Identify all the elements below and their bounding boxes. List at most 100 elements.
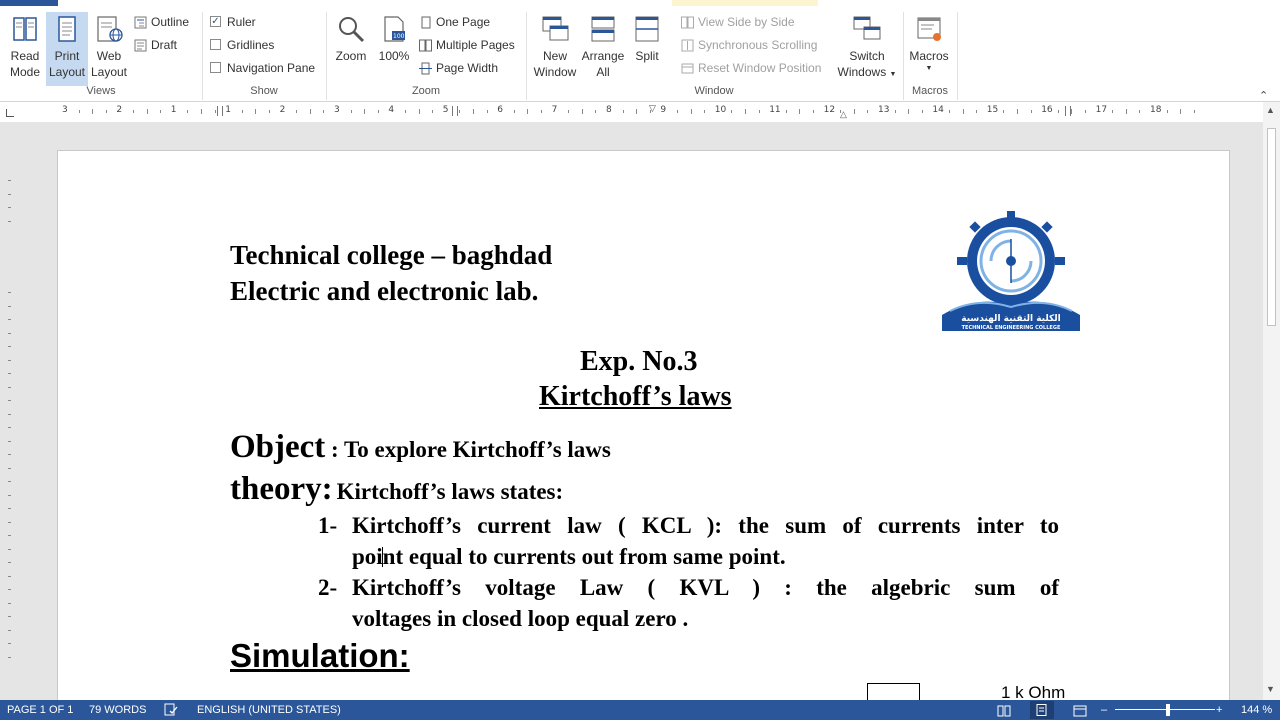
proofing-icon[interactable] (164, 703, 178, 720)
page-width-label: Page Width (436, 61, 499, 75)
indent-marker-icon[interactable]: ▽ (649, 104, 656, 113)
print-layout-button[interactable]: Print Layout (46, 12, 88, 86)
synchronous-scrolling-button[interactable]: Synchronous Scrolling (681, 35, 817, 55)
svg-text:100: 100 (393, 33, 405, 40)
switch-windows-icon (853, 16, 881, 40)
right-indent-marker-icon[interactable]: △ (840, 110, 847, 119)
tab-selector-icon[interactable] (6, 109, 14, 117)
ruler-label: 16 (1041, 105, 1053, 115)
vertical-ruler-tick (8, 346, 11, 347)
list-item-2-number: 2- (318, 575, 338, 600)
read-mode-button[interactable]: Read Mode (4, 12, 46, 86)
ruler-tick (677, 110, 678, 113)
ruler-tick (1085, 110, 1086, 113)
ruler-tick (636, 109, 638, 114)
reset-window-position-button[interactable]: Reset Window Position (681, 58, 821, 78)
new-window-button[interactable]: New Window (530, 12, 580, 86)
vertical-ruler-tick (8, 400, 11, 401)
resistor-label: 1 k Ohm (1001, 683, 1066, 700)
switch-windows-button[interactable]: Switch Windows ▼ (836, 12, 898, 86)
views-group-label: Views (86, 85, 116, 97)
page-count[interactable]: PAGE 1 OF 1 (7, 700, 73, 720)
ruler-checkbox[interactable]: ✓ Ruler (210, 12, 256, 32)
ruler-label: 10 (714, 105, 727, 115)
collapse-ribbon-icon[interactable]: ⌃ (1259, 89, 1268, 102)
zoom-100-button[interactable]: 100 100% (375, 12, 413, 86)
web-layout-button[interactable]: Web Layout (88, 12, 130, 86)
horizontal-ruler-bar: 3 2 1 1 2 3 4 5 6 7 8 9 10 11 12 13 14 15 16 17 18 ▽ △ (0, 102, 1280, 122)
ruler-tick (323, 110, 325, 113)
gridlines-checkbox[interactable]: Gridlines (210, 35, 274, 55)
ruler-tick (1193, 110, 1195, 113)
ruler-tick (1180, 109, 1182, 114)
ruler-margin-marker[interactable] (452, 106, 458, 116)
switch-windows-label-1: Switch (849, 49, 885, 63)
word-count[interactable]: 79 WORDS (89, 700, 146, 720)
ruler-tick (976, 110, 978, 113)
outline-button[interactable]: Outline (134, 12, 189, 32)
ruler-margin-marker[interactable] (1065, 106, 1071, 116)
status-bar: PAGE 1 OF 1 79 WORDS ENGLISH (UNITED STA… (0, 700, 1280, 720)
list-item-1-number: 1- (318, 513, 338, 538)
zoom-slider-track[interactable] (1115, 709, 1215, 710)
gridlines-label: Gridlines (227, 38, 275, 52)
outline-icon (134, 16, 147, 29)
zoom-slider-thumb[interactable] (1166, 704, 1170, 716)
circuit-ammeter-box (867, 683, 920, 700)
navigation-pane-label: Navigation Pane (227, 61, 316, 75)
header-lab-line: Electric and electronic lab. (230, 276, 539, 306)
document-page[interactable]: Technical college – baghdad Electric and… (57, 150, 1230, 700)
navigation-pane-checkbox[interactable]: Navigation Pane (210, 58, 315, 78)
ruler-tick (486, 110, 488, 113)
split-button[interactable]: Split (628, 12, 666, 86)
print-layout-view-icon[interactable] (1030, 701, 1054, 719)
language-indicator[interactable]: ENGLISH (UNITED STATES) (197, 700, 341, 720)
multiple-pages-button[interactable]: Multiple Pages (419, 35, 515, 55)
macros-icon (917, 17, 941, 41)
scrollbar-thumb[interactable] (1267, 128, 1276, 326)
zoom-button[interactable]: Zoom (331, 12, 371, 86)
ruler-tick (921, 110, 923, 113)
switch-windows-label-text: Windows (837, 65, 887, 79)
ruler-label: 4 (388, 105, 395, 115)
page-width-button[interactable]: Page Width (419, 58, 498, 78)
macros-button[interactable]: Macros ▼ (906, 12, 952, 86)
zoom-level[interactable]: 144 % (1241, 700, 1272, 720)
ruler-tick (377, 110, 379, 113)
vertical-ruler-tick (8, 332, 11, 334)
macros-dropdown-arrow-icon: ▼ (925, 65, 933, 72)
ruler-tick (731, 110, 733, 113)
arrange-all-button[interactable]: Arrange All (580, 12, 626, 86)
vertical-ruler-tick (8, 454, 11, 455)
window-group-label: Window (694, 85, 734, 97)
draft-button[interactable]: Draft (134, 35, 177, 55)
vertical-scrollbar[interactable]: ▲ ▼ (1263, 102, 1280, 700)
vertical-ruler-tick (8, 629, 11, 631)
horizontal-ruler[interactable]: 3 2 1 1 2 3 4 5 6 7 8 9 10 11 12 13 14 15 16 17 18 ▽ △ (57, 104, 1220, 119)
ruler-tick (908, 109, 910, 114)
ruler-label: 3 (334, 105, 340, 115)
zoom-out-icon[interactable]: – (1101, 700, 1107, 720)
zoom-in-icon[interactable]: + (1216, 700, 1222, 720)
zoom-100-icon: 100 (384, 16, 405, 42)
ruler-label: 6 (497, 105, 503, 115)
scroll-down-icon[interactable]: ▼ (1266, 684, 1275, 694)
multiple-pages-label: Multiple Pages (436, 38, 515, 52)
synchronous-scrolling-label: Synchronous Scrolling (698, 38, 818, 52)
ruler-margin-marker[interactable] (217, 106, 223, 116)
ruler-tick (1017, 109, 1018, 114)
vertical-ruler-tick (8, 373, 11, 374)
navigation-pane-check-icon (210, 62, 221, 74)
read-mode-view-icon[interactable] (997, 704, 1011, 720)
theory-label: theory: (230, 471, 333, 507)
scroll-up-icon[interactable]: ▲ (1266, 105, 1275, 115)
vertical-ruler[interactable] (0, 122, 17, 700)
vertical-ruler-tick (8, 207, 11, 208)
ruler-label: 13 (878, 105, 890, 115)
ruler-tick (581, 109, 583, 114)
view-side-by-side-button[interactable]: View Side by Side (681, 12, 795, 32)
one-page-button[interactable]: One Page (419, 12, 490, 32)
ruler-tick (1112, 110, 1114, 113)
list-item-1-line-2: point equal to currents out from same po… (352, 544, 786, 569)
web-layout-view-icon[interactable] (1073, 704, 1087, 720)
